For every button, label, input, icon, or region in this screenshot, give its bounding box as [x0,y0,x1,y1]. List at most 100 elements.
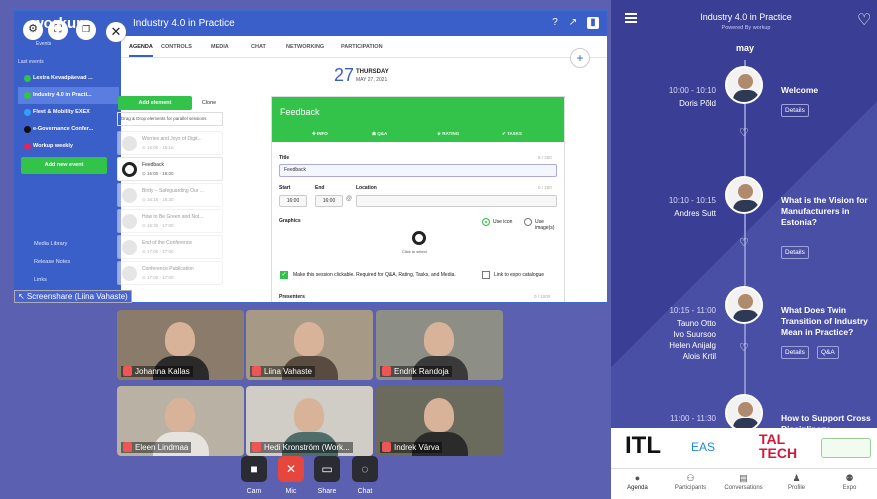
location-input[interactable] [356,195,557,207]
use-images-radio[interactable] [524,218,532,226]
end-time-input[interactable]: 16:00 [315,195,343,207]
heart-icon[interactable]: ♡ [739,236,749,249]
card-time: ⊙ 16:00 - 16:00 [142,171,174,176]
title-input[interactable]: Feedback [279,164,557,177]
video-tile[interactable]: Liina Vahaste [246,310,373,380]
card-time: ⊙ 16:00 - 16:15 [142,145,174,150]
event-item[interactable]: Industry 4.0 in Practi... [18,87,119,104]
speaker-name: Doris Põld [679,99,716,108]
title-label: Title [279,155,290,161]
video-tile[interactable]: Johanna Kallas [117,310,244,380]
details-button[interactable]: Details [781,246,809,259]
qa-button[interactable]: Q&A [817,346,839,359]
event-item[interactable]: Workup weekly [18,138,119,155]
help-icon[interactable]: ? [549,17,561,29]
heart-icon[interactable]: ♡ [739,341,749,354]
participant-face [165,398,195,432]
expo-checkbox[interactable] [482,271,490,279]
details-button[interactable]: Details [781,104,809,117]
add-icon[interactable]: + [570,48,590,68]
tab-participation[interactable]: PARTICIPATION [341,44,383,50]
gear-icon[interactable]: ⚙ [23,20,43,40]
event-item[interactable]: Fleet & Mobility EXEX [18,104,119,121]
video-tile[interactable]: Hedi Kronström (Work... [246,386,373,456]
nav-profile[interactable]: ♟ Profile [770,469,823,491]
popout-icon[interactable]: ❐ [76,20,96,40]
chat-button[interactable]: ◌ [352,456,378,482]
menu-icon[interactable] [625,13,637,23]
media-library-link[interactable]: Media Library [34,241,67,247]
at-icon: @ [346,196,353,202]
event-item[interactable]: Lextra Kevadpäevad ... [18,70,119,87]
participant-face [165,322,195,356]
favorite-icon[interactable]: ♡ [857,10,871,30]
participant-name: Hedi Kronström (Work... [250,442,353,453]
speaker-avatar [725,66,763,104]
card-time: ⊙ 16:30 - 17:00 [142,223,174,228]
events-link[interactable]: Events [36,41,51,47]
add-element-button[interactable]: Add element [118,96,192,110]
use-images-label: Use image(s) [535,219,555,231]
agenda-card[interactable]: Conference Publication ⊙ 17:00 - 17:00 [117,261,223,285]
tab-networking[interactable]: NETWORKING [286,44,324,50]
card-title: Feedback [142,162,164,168]
close-icon[interactable]: ✕ [106,22,126,42]
nav-expo[interactable]: ⚉ Expo [823,469,876,491]
form-tab-rating[interactable]: ★ RATING [437,131,459,137]
share-button[interactable]: ▭ [314,456,340,482]
form-tab-tasks[interactable]: ✔ TASKS [502,131,522,137]
agenda-card[interactable]: Worries and Joys of Digit... ⊙ 16:00 - 16… [117,131,223,155]
nav-participants[interactable]: ⚇ Participants [664,469,717,491]
form-tab-qa[interactable]: ☗ Q&A [372,131,387,137]
agenda-card[interactable]: How to Be Green and Not... ⊙ 16:30 - 17:0… [117,209,223,233]
nav-label: Conversations [724,485,763,491]
start-time-input[interactable]: 16:00 [279,195,307,207]
add-new-event-button[interactable]: Add new event [21,157,107,174]
nav-agenda[interactable]: ● Agenda [611,469,664,491]
clone-button[interactable]: Clone [194,96,224,110]
event-color-dot [24,126,31,133]
mic-muted-icon [382,442,391,452]
fullscreen-icon[interactable]: ⛶ [48,20,68,40]
participant-face [294,398,324,432]
tab-agenda[interactable]: AGENDA [129,44,153,57]
nav-icon: ⚉ [845,473,854,483]
mic-button[interactable]: ✕ [278,456,304,482]
event-label: Lextra Kevadpäevad ... [33,75,93,81]
session-icon[interactable] [412,231,426,245]
heart-icon[interactable]: ♡ [739,126,749,139]
event-label: Workup weekly [33,143,73,149]
clickable-checkbox[interactable]: ✓ [280,271,288,279]
links-link[interactable]: Links [34,277,47,283]
release-notes-link[interactable]: Release Notes [34,259,70,265]
video-tile[interactable]: Indrek Värva [376,386,503,456]
agenda-card[interactable]: Feedback ⊙ 16:00 - 16:00 [117,157,223,181]
agenda-card[interactable]: End of the Conference ⊙ 17:00 - 17:00 [117,235,223,259]
event-title: Industry 4.0 in Practice [133,18,235,29]
video-tile[interactable]: Eleen Lindmaa [117,386,244,456]
details-button[interactable]: Details [781,346,809,359]
agenda-card[interactable]: Birdy – Safeguarding Our ... ⊙ 16:15 - 16… [117,183,223,207]
bottom-nav: ● Agenda ⚇ Participants ▤ Conversations ♟ Profi… [611,468,877,499]
event-label: Fleet & Mobility EXEX [33,109,90,115]
event-label: e-Governance Confer... [33,126,94,132]
use-icon-radio[interactable] [482,218,490,226]
slot-time: 10:15 - 11:00 [669,306,716,315]
card-title: End of the Conference [142,240,193,246]
session-thumbnail [122,240,137,255]
panel-toggle-icon[interactable]: ▮ [587,17,599,29]
nav-conversations[interactable]: ▤ Conversations [717,469,770,491]
form-tab-info[interactable]: ✚ INFO [312,131,328,137]
last-events-label: Last events [18,59,44,65]
cam-button[interactable]: ■ [241,456,267,482]
video-tile[interactable]: Endrik Randoja [376,310,503,380]
event-item[interactable]: e-Governance Confer... [18,121,119,138]
open-external-icon[interactable]: ↗ [567,17,579,29]
participant-face [424,322,454,356]
powered-by: Powered By workup [721,25,771,31]
click-to-select-label: Click to select [402,249,427,254]
tab-chat[interactable]: CHAT [251,44,266,50]
slot-title: Welcome [781,85,819,95]
tab-controls[interactable]: CONTROLS [161,44,192,50]
tab-media[interactable]: MEDIA [211,44,229,50]
